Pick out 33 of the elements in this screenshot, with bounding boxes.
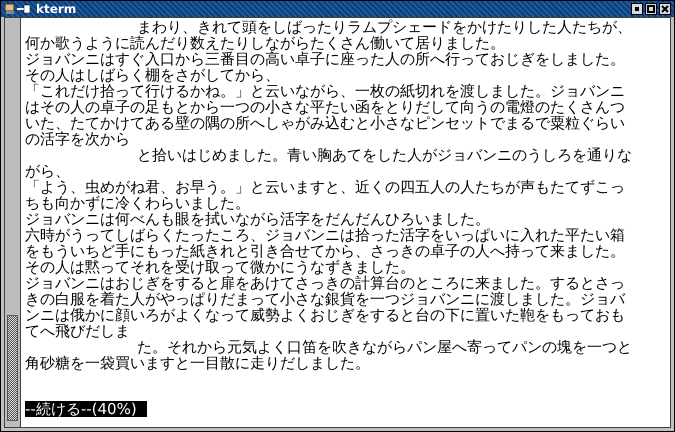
terminal-icon <box>4 3 32 15</box>
scrollbar-thumb[interactable] <box>7 315 18 421</box>
text-line: 六時がうってしばらくたったころ、ジョバンニは拾った活字をいっぱいに入れた平たい箱 <box>25 227 625 243</box>
text-line: きの白服を着た人がやっぱりだまって小さな銀貨を一つジョバンニに渡しました。ジョバ <box>25 291 625 307</box>
scrollbar[interactable] <box>5 18 21 427</box>
close-icon <box>661 5 669 13</box>
text-line: その人は黙ってそれを受け取って微かにうなずきました。 <box>25 259 415 275</box>
text-line: た。それから元気よく口笛を吹きながらパン屋へ寄ってパンの塊を一つと <box>137 339 632 355</box>
pager-prompt: --続ける--(40%) <box>25 401 147 417</box>
text-line: をもういちど手にもった紙きれと引き合せてから、さっきの卓子の人へ持って来ました。 <box>25 243 625 259</box>
minimize-button[interactable] <box>631 3 643 15</box>
text-line: 「よう、虫めがね君、お早う。」と云いますと、近くの四五人の人たちが声もたてずこっ <box>25 179 625 195</box>
text-line: はその人の卓子の足もとから一つの小さな平たい函をとりだして向うの電燈のたくさんつ <box>25 99 625 115</box>
text-line: ちも向かずに冷くわらいました。 <box>25 195 250 211</box>
text-line: その人はしばらく棚をさがしてから、 <box>25 67 280 83</box>
text-line: まわり、きれて頭をしばったりラムプシェードをかけたりした人たちが、 <box>137 19 632 35</box>
close-button[interactable] <box>659 3 671 15</box>
window-title: kterm <box>36 2 78 16</box>
text-line: ジョバンニは何べんも眼を拭いながら活字をだんだんひろいました。 <box>25 211 490 227</box>
maximize-icon <box>647 5 655 13</box>
maximize-button[interactable] <box>645 3 657 15</box>
text-line: がら、 <box>25 163 70 179</box>
minimize-icon <box>635 7 639 11</box>
text-line: ジョバンニはおじぎをすると扉をあけてさっきの計算台のところに来ました。するとさっ <box>25 275 625 291</box>
text-line: 「これだけ拾って行けるかね。」と云いながら、一枚の紙切れを渡しました。ジョバンニ <box>25 83 625 99</box>
text-line: いた、たてかけてある壁の隅の所へしゃがみ込むと小さなピンセットでまるで粟粒ぐらい <box>25 115 625 131</box>
text-line: ンニは俄かに顔いろがよくなって威勢よくおじぎをすると台の下に置いた鞄をもっておも <box>25 307 625 323</box>
text-line: 何か歌うように読んだり数えたりしながらたくさん働いて居りました。 <box>25 35 505 51</box>
text-line: 角砂糖を一袋買いますと一目散に走りだしました。 <box>25 355 370 371</box>
text-line: ジョバンニはすぐ入口から三番目の高い卓子に座った人の所へ行っておじぎをしました。 <box>25 51 625 67</box>
text-line: と拾いはじめました。青い胸あてをした人がジョバンニのうしろを通りな <box>137 147 632 163</box>
text-line: の活字を次から <box>25 131 130 147</box>
text-line: てへ飛びだしま <box>25 323 130 339</box>
